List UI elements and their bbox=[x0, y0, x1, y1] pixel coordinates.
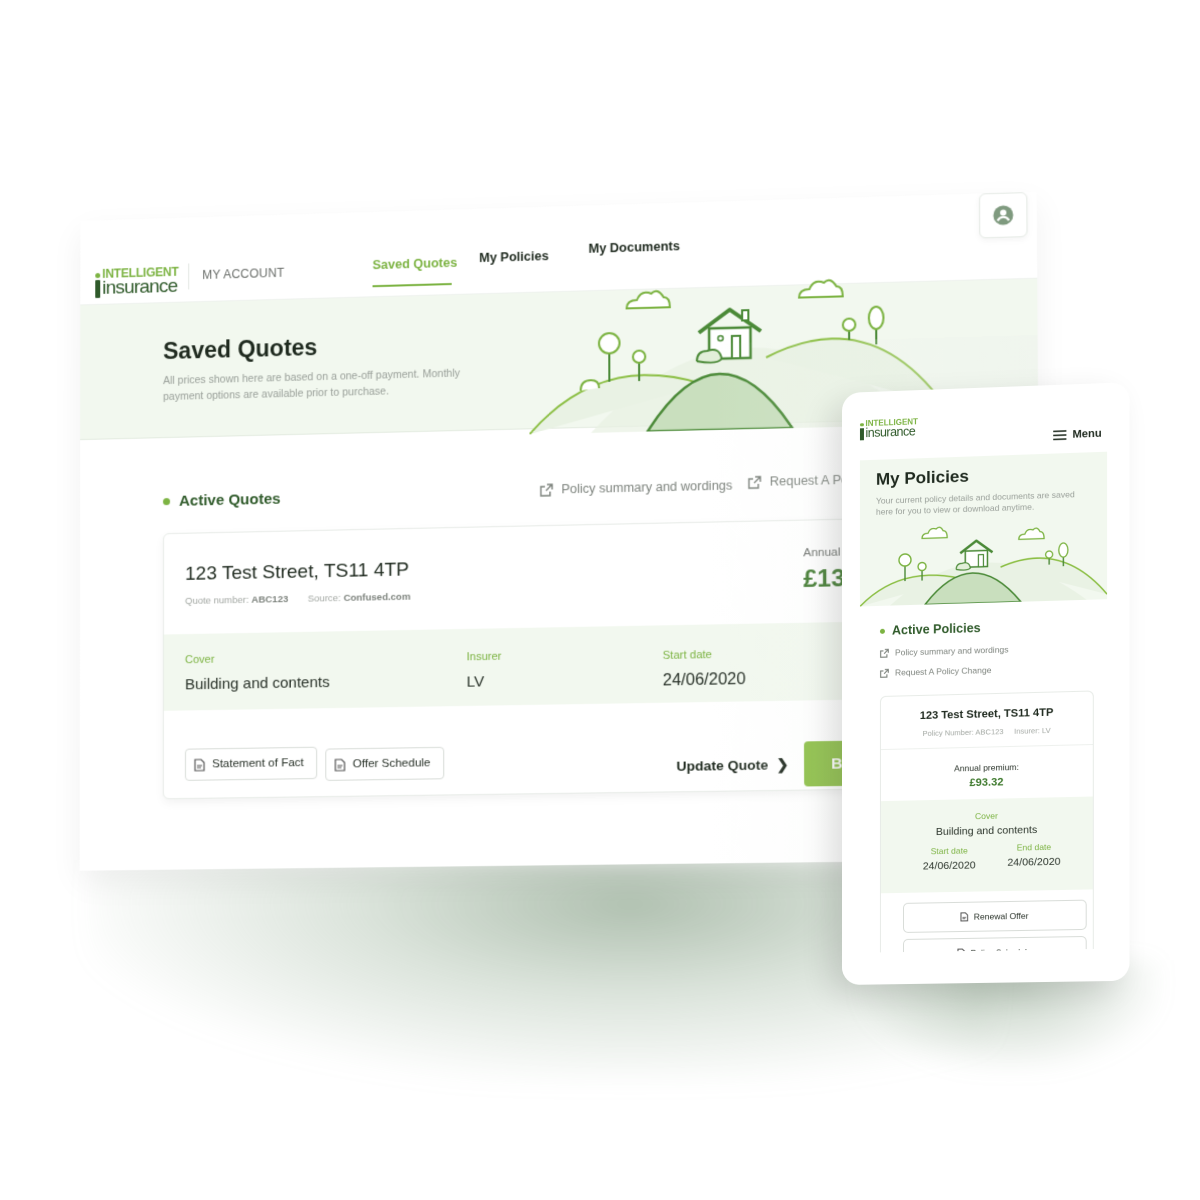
document-icon bbox=[194, 758, 205, 771]
quote-source: Confused.com bbox=[343, 591, 411, 604]
offer-schedule-label: Offer Schedule bbox=[352, 757, 431, 771]
external-link-icon bbox=[880, 668, 889, 677]
mobile-hero-banner: My Policies Your current policy details … bbox=[859, 451, 1108, 607]
external-link-icon bbox=[748, 475, 762, 489]
policy-cover-value: Building and contents bbox=[935, 823, 1038, 839]
tab-my-documents[interactable]: My Documents bbox=[588, 239, 679, 256]
account-button[interactable] bbox=[979, 192, 1028, 239]
active-tab-underline bbox=[372, 282, 452, 288]
tab-saved-quotes[interactable]: Saved Quotes bbox=[373, 256, 458, 273]
mobile-page-subtitle: Your current policy details and document… bbox=[875, 489, 1075, 517]
policy-summary-link-label: Policy summary and wordings bbox=[561, 478, 733, 497]
mobile-request-change-label: Request A Policy Change bbox=[894, 664, 992, 678]
page-title: Saved Quotes bbox=[163, 333, 318, 365]
hamburger-icon bbox=[1053, 430, 1067, 441]
mobile-screen: INTELLIGENT insurance Menu My Policies Y… bbox=[842, 382, 1130, 985]
active-quotes-heading: Active Quotes bbox=[163, 491, 281, 511]
active-quotes-title: Active Quotes bbox=[179, 490, 281, 510]
policy-end-date-value: 24/06/2020 bbox=[1007, 855, 1061, 869]
source-label: Source: bbox=[307, 592, 341, 605]
quote-number: ABC123 bbox=[251, 593, 289, 606]
quote-meta: Quote number: ABC123 Source: Confused.co… bbox=[185, 592, 410, 607]
renewal-offer-label: Renewal Offer bbox=[973, 910, 1029, 922]
external-link-icon bbox=[880, 648, 889, 657]
insurer-value: LV bbox=[466, 673, 485, 691]
card-divider bbox=[880, 744, 1093, 751]
active-policies-heading: Active Policies bbox=[879, 621, 981, 638]
mobile-request-change-link[interactable]: Request A Policy Change bbox=[880, 665, 991, 678]
policy-address: 123 Test Street, TS11 4TP bbox=[919, 706, 1054, 723]
mobile-menu-button[interactable]: Menu bbox=[1053, 427, 1102, 442]
mobile-bottom-edge bbox=[842, 948, 1130, 985]
policy-premium-label: Annual premium: bbox=[954, 761, 1019, 774]
start-date-value: 24/06/2020 bbox=[662, 670, 746, 690]
update-quote-label: Update Quote bbox=[676, 757, 769, 774]
logo-word-insurance: insurance bbox=[102, 275, 178, 299]
policy-start-date-label: Start date bbox=[930, 845, 968, 857]
logo-word-insurance: insurance bbox=[865, 424, 916, 441]
insurer-label: Insurer bbox=[466, 650, 502, 664]
update-quote-button[interactable]: Update Quote ❯ bbox=[676, 756, 788, 775]
brand-logo[interactable]: INTELLIGENT insurance bbox=[95, 265, 179, 299]
user-circle-icon bbox=[993, 205, 1014, 226]
hills-house-illustration bbox=[859, 518, 1108, 607]
policy-premium-value: £93.32 bbox=[969, 776, 1004, 790]
mobile-policy-summary-label: Policy summary and wordings bbox=[894, 644, 1009, 658]
policy-start-date-value: 24/06/2020 bbox=[922, 859, 976, 873]
start-date-label: Start date bbox=[662, 648, 712, 663]
mobile-brand-logo[interactable]: INTELLIGENT insurance bbox=[859, 417, 918, 441]
mobile-page-title: My Policies bbox=[875, 466, 969, 489]
policy-card: 123 Test Street, TS11 4TP Policy Number:… bbox=[879, 690, 1094, 985]
document-icon bbox=[334, 758, 345, 771]
renewal-offer-button[interactable]: Renewal Offer bbox=[902, 899, 1087, 933]
bullet-dot bbox=[879, 628, 885, 634]
page-subtitle: All prices shown here are based on a one… bbox=[163, 367, 460, 404]
statement-of-fact-button[interactable]: Statement of Fact bbox=[184, 746, 317, 781]
policy-meta: Policy Number: ABC123 Insurer: LV bbox=[922, 725, 1051, 739]
logo-divider bbox=[188, 263, 190, 290]
bullet-dot bbox=[163, 498, 171, 506]
tab-my-policies[interactable]: My Policies bbox=[479, 249, 549, 265]
request-policy-change-link[interactable]: Request A Poli bbox=[748, 473, 854, 490]
external-link-icon bbox=[540, 483, 553, 496]
logo-i-mark bbox=[95, 279, 101, 299]
quote-address: 123 Test Street, TS11 4TP bbox=[185, 559, 410, 585]
logo-i-mark bbox=[859, 427, 864, 440]
menu-label: Menu bbox=[1072, 427, 1102, 441]
chevron-right-icon: ❯ bbox=[776, 755, 789, 773]
offer-schedule-button[interactable]: Offer Schedule bbox=[325, 746, 444, 781]
my-account-label: MY ACCOUNT bbox=[202, 265, 285, 283]
policy-end-date-label: End date bbox=[1016, 841, 1052, 853]
cover-value: Building and contents bbox=[184, 673, 330, 694]
document-icon bbox=[961, 912, 969, 922]
cover-label: Cover bbox=[185, 653, 215, 667]
active-policies-title: Active Policies bbox=[891, 621, 981, 638]
policy-cover-label: Cover bbox=[975, 810, 998, 822]
policy-summary-link[interactable]: Policy summary and wordings bbox=[540, 478, 733, 497]
policy-details-strip: Cover Building and contents Start date 2… bbox=[880, 796, 1093, 894]
statement-of-fact-label: Statement of Fact bbox=[212, 756, 304, 771]
mobile-policy-summary-link[interactable]: Policy summary and wordings bbox=[880, 644, 1009, 658]
quote-number-label: Quote number: bbox=[185, 594, 249, 608]
